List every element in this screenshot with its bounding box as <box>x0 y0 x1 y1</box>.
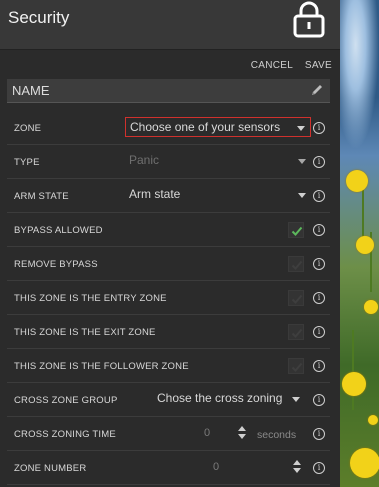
check-icon <box>291 362 303 372</box>
entry-zone-checkbox[interactable] <box>288 290 304 306</box>
exit-zone-label: THIS ZONE IS THE EXIT ZONE <box>14 327 156 338</box>
cross-zone-group-select-value: Chose the cross zoning group <box>157 391 285 405</box>
entry-zone-label: THIS ZONE IS THE ENTRY ZONE <box>14 293 167 304</box>
check-icon <box>291 226 303 236</box>
stepper-up-icon[interactable] <box>238 426 246 431</box>
info-icon[interactable]: i <box>313 462 325 474</box>
cross-zoning-time-input[interactable]: 0 <box>200 424 246 444</box>
cancel-button[interactable]: CANCEL <box>251 60 293 71</box>
background-photo <box>340 0 379 487</box>
zone-label: ZONE <box>14 123 42 134</box>
zone-number-label: ZONE NUMBER <box>14 463 87 474</box>
check-icon <box>291 260 303 270</box>
chevron-down-icon <box>298 159 306 164</box>
info-icon[interactable]: i <box>313 292 325 304</box>
info-icon[interactable]: i <box>313 394 325 406</box>
chevron-down-icon <box>298 193 306 198</box>
row-zone-number: ZONE NUMBER 0 i <box>7 451 330 485</box>
info-icon[interactable]: i <box>313 428 325 440</box>
zone-select[interactable]: Choose one of your sensors <box>125 117 311 137</box>
type-label: TYPE <box>14 157 40 168</box>
row-remove-bypass: REMOVE BYPASS i <box>7 247 330 281</box>
check-icon <box>291 294 303 304</box>
row-entry-zone: THIS ZONE IS THE ENTRY ZONE i <box>7 281 330 315</box>
name-label: NAME <box>12 83 50 98</box>
remove-bypass-checkbox[interactable] <box>288 256 304 272</box>
type-select[interactable]: Panic <box>125 151 311 171</box>
lock-icon <box>293 0 325 38</box>
info-icon[interactable]: i <box>313 190 325 202</box>
zone-number-value: 0 <box>213 461 220 473</box>
cross-zone-group-label: CROSS ZONE GROUP <box>14 395 118 406</box>
zone-select-value: Choose one of your sensors <box>130 120 281 134</box>
arm-state-select-value: Arm state <box>129 187 181 201</box>
row-exit-zone: THIS ZONE IS THE EXIT ZONE i <box>7 315 330 349</box>
info-icon[interactable]: i <box>313 360 325 372</box>
header: Security <box>0 0 340 50</box>
row-cross-zone-group: CROSS ZONE GROUP Chose the cross zoning … <box>7 383 330 417</box>
stepper-down-icon[interactable] <box>293 468 301 473</box>
save-button[interactable]: SAVE <box>305 60 332 71</box>
arm-state-select[interactable]: Arm state <box>125 185 311 205</box>
chevron-down-icon <box>292 397 300 402</box>
info-icon[interactable]: i <box>313 156 325 168</box>
arm-state-label: ARM STATE <box>14 191 69 202</box>
follower-zone-label: THIS ZONE IS THE FOLLOWER ZONE <box>14 361 189 372</box>
remove-bypass-label: REMOVE BYPASS <box>14 259 98 270</box>
pencil-icon[interactable] <box>310 83 324 97</box>
check-icon <box>291 328 303 338</box>
bypass-allowed-checkbox[interactable] <box>288 222 304 238</box>
info-icon[interactable]: i <box>313 224 325 236</box>
settings-panel: CANCEL SAVE NAME ZONE Choose one of your… <box>0 51 340 487</box>
stepper-down-icon[interactable] <box>238 434 246 439</box>
bypass-allowed-label: BYPASS ALLOWED <box>14 225 103 236</box>
chevron-down-icon <box>297 126 305 131</box>
name-field[interactable]: NAME <box>7 79 330 103</box>
seconds-units: seconds <box>257 429 297 441</box>
cross-zoning-time-value: 0 <box>204 427 211 439</box>
exit-zone-checkbox[interactable] <box>288 324 304 340</box>
info-icon[interactable]: i <box>313 326 325 338</box>
info-icon[interactable]: i <box>313 122 325 134</box>
page-title: Security <box>8 8 70 27</box>
info-icon[interactable]: i <box>313 258 325 270</box>
row-arm-state: ARM STATE Arm state i <box>7 179 330 213</box>
form-actions: CANCEL SAVE <box>242 60 332 71</box>
type-select-value: Panic <box>129 153 160 167</box>
row-cross-zoning-time: CROSS ZONING TIME 0 seconds i <box>7 417 330 451</box>
cross-zone-group-select[interactable]: Chose the cross zoning group <box>153 389 305 409</box>
stepper-up-icon[interactable] <box>293 460 301 465</box>
follower-zone-checkbox[interactable] <box>288 358 304 374</box>
row-bypass-allowed: BYPASS ALLOWED i <box>7 213 330 247</box>
zone-number-input[interactable]: 0 <box>209 458 301 478</box>
cross-zoning-time-label: CROSS ZONING TIME <box>14 429 116 440</box>
row-follower-zone: THIS ZONE IS THE FOLLOWER ZONE i <box>7 349 330 383</box>
row-zone: ZONE Choose one of your sensors i <box>7 111 330 145</box>
row-type: TYPE Panic i <box>7 145 330 179</box>
